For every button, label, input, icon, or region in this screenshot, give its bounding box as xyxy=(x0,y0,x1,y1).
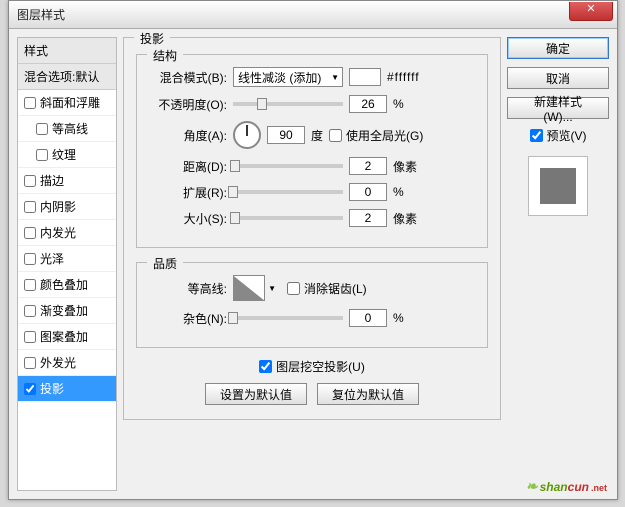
distance-slider[interactable] xyxy=(233,164,343,168)
hex-color-label: #ffffff xyxy=(387,70,420,84)
cancel-button[interactable]: 取消 xyxy=(507,67,609,89)
blend-mode-select[interactable]: 线性减淡 (添加) xyxy=(233,67,343,87)
size-slider[interactable] xyxy=(233,216,343,220)
new-style-button[interactable]: 新建样式(W)... xyxy=(507,97,609,119)
style-item[interactable]: 描边 xyxy=(18,168,116,194)
distance-unit: 像素 xyxy=(393,158,417,175)
spread-input[interactable] xyxy=(349,183,387,201)
preview-checkbox[interactable]: 预览(V) xyxy=(507,127,609,144)
action-panel: 确定 取消 新建样式(W)... 预览(V) xyxy=(507,37,609,491)
style-checkbox[interactable] xyxy=(24,357,36,369)
noise-unit: % xyxy=(393,311,404,325)
opacity-slider[interactable] xyxy=(233,102,343,106)
styles-panel: 样式 混合选项:默认 斜面和浮雕等高线纹理描边内阴影内发光光泽颜色叠加渐变叠加图… xyxy=(17,37,117,491)
style-checkbox[interactable] xyxy=(24,305,36,317)
make-default-button[interactable]: 设置为默认值 xyxy=(205,383,307,405)
leaf-icon: ❧ xyxy=(526,478,538,495)
structure-group: 结构 混合模式(B): 线性减淡 (添加) #ffffff 不透明度(O): % xyxy=(136,54,488,248)
distance-label: 距离(D): xyxy=(147,158,227,175)
style-item-label: 光泽 xyxy=(40,250,64,267)
style-item-label: 内阴影 xyxy=(40,198,76,215)
blend-mode-label: 混合模式(B): xyxy=(147,69,227,86)
contour-picker[interactable]: ▼ xyxy=(233,275,265,301)
drop-shadow-section: 投影 结构 混合模式(B): 线性减淡 (添加) #ffffff 不透明度(O)… xyxy=(123,37,501,420)
style-item-label: 描边 xyxy=(40,172,64,189)
style-item[interactable]: 颜色叠加 xyxy=(18,272,116,298)
structure-legend: 结构 xyxy=(147,47,183,64)
chevron-down-icon[interactable]: ▼ xyxy=(268,284,276,293)
shadow-color-swatch[interactable] xyxy=(349,68,381,86)
style-item[interactable]: 内阴影 xyxy=(18,194,116,220)
angle-dial[interactable] xyxy=(233,121,261,149)
style-checkbox[interactable] xyxy=(24,331,36,343)
style-checkbox[interactable] xyxy=(24,175,36,187)
spread-unit: % xyxy=(393,185,404,199)
section-title: 投影 xyxy=(134,30,170,47)
style-checkbox[interactable] xyxy=(24,227,36,239)
title-bar: 图层样式 ✕ xyxy=(9,1,617,29)
style-item[interactable]: 内发光 xyxy=(18,220,116,246)
style-item[interactable]: 斜面和浮雕 xyxy=(18,90,116,116)
blending-options-item[interactable]: 混合选项:默认 xyxy=(18,64,116,90)
preview-thumbnail xyxy=(528,156,588,216)
watermark: ❧ shancun .net xyxy=(526,478,607,495)
opacity-unit: % xyxy=(393,97,404,111)
style-item-label: 斜面和浮雕 xyxy=(40,94,100,111)
style-checkbox[interactable] xyxy=(24,253,36,265)
dialog-content: 样式 混合选项:默认 斜面和浮雕等高线纹理描边内阴影内发光光泽颜色叠加渐变叠加图… xyxy=(9,29,617,499)
style-item-label: 渐变叠加 xyxy=(40,302,88,319)
style-item-label: 等高线 xyxy=(52,120,88,137)
style-checkbox[interactable] xyxy=(36,149,48,161)
style-item-label: 图案叠加 xyxy=(40,328,88,345)
noise-input[interactable] xyxy=(349,309,387,327)
size-unit: 像素 xyxy=(393,210,417,227)
angle-input[interactable] xyxy=(267,126,305,144)
angle-unit: 度 xyxy=(311,127,323,144)
style-item[interactable]: 光泽 xyxy=(18,246,116,272)
style-item[interactable]: 图案叠加 xyxy=(18,324,116,350)
antialias-checkbox[interactable]: 消除锯齿(L) xyxy=(287,280,367,297)
style-item-label: 投影 xyxy=(40,380,64,397)
style-item[interactable]: 等高线 xyxy=(18,116,116,142)
reset-default-button[interactable]: 复位为默认值 xyxy=(317,383,419,405)
settings-panel: 投影 结构 混合模式(B): 线性减淡 (添加) #ffffff 不透明度(O)… xyxy=(123,37,501,491)
style-item[interactable]: 投影 xyxy=(18,376,116,402)
size-input[interactable] xyxy=(349,209,387,227)
style-checkbox[interactable] xyxy=(24,279,36,291)
style-item-label: 内发光 xyxy=(40,224,76,241)
opacity-label: 不透明度(O): xyxy=(147,96,227,113)
window-title: 图层样式 xyxy=(13,6,65,23)
style-item[interactable]: 纹理 xyxy=(18,142,116,168)
noise-slider[interactable] xyxy=(233,316,343,320)
style-item[interactable]: 外发光 xyxy=(18,350,116,376)
spread-label: 扩展(R): xyxy=(147,184,227,201)
style-item-label: 外发光 xyxy=(40,354,76,371)
size-label: 大小(S): xyxy=(147,210,227,227)
style-item-label: 纹理 xyxy=(52,146,76,163)
quality-legend: 品质 xyxy=(147,255,183,272)
style-item[interactable]: 渐变叠加 xyxy=(18,298,116,324)
close-button[interactable]: ✕ xyxy=(569,2,613,21)
distance-input[interactable] xyxy=(349,157,387,175)
style-checkbox[interactable] xyxy=(24,383,36,395)
styles-header: 样式 xyxy=(18,38,116,64)
layer-style-dialog: 图层样式 ✕ 样式 混合选项:默认 斜面和浮雕等高线纹理描边内阴影内发光光泽颜色… xyxy=(8,0,618,500)
contour-label: 等高线: xyxy=(147,280,227,297)
style-checkbox[interactable] xyxy=(24,97,36,109)
noise-label: 杂色(N): xyxy=(147,310,227,327)
style-checkbox[interactable] xyxy=(24,201,36,213)
opacity-input[interactable] xyxy=(349,95,387,113)
global-light-checkbox[interactable]: 使用全局光(G) xyxy=(329,127,423,144)
ok-button[interactable]: 确定 xyxy=(507,37,609,59)
angle-label: 角度(A): xyxy=(147,127,227,144)
knockout-checkbox[interactable]: 图层挖空投影(U) xyxy=(136,358,488,375)
style-item-label: 颜色叠加 xyxy=(40,276,88,293)
spread-slider[interactable] xyxy=(233,190,343,194)
style-checkbox[interactable] xyxy=(36,123,48,135)
quality-group: 品质 等高线: ▼ 消除锯齿(L) 杂色(N): xyxy=(136,262,488,348)
